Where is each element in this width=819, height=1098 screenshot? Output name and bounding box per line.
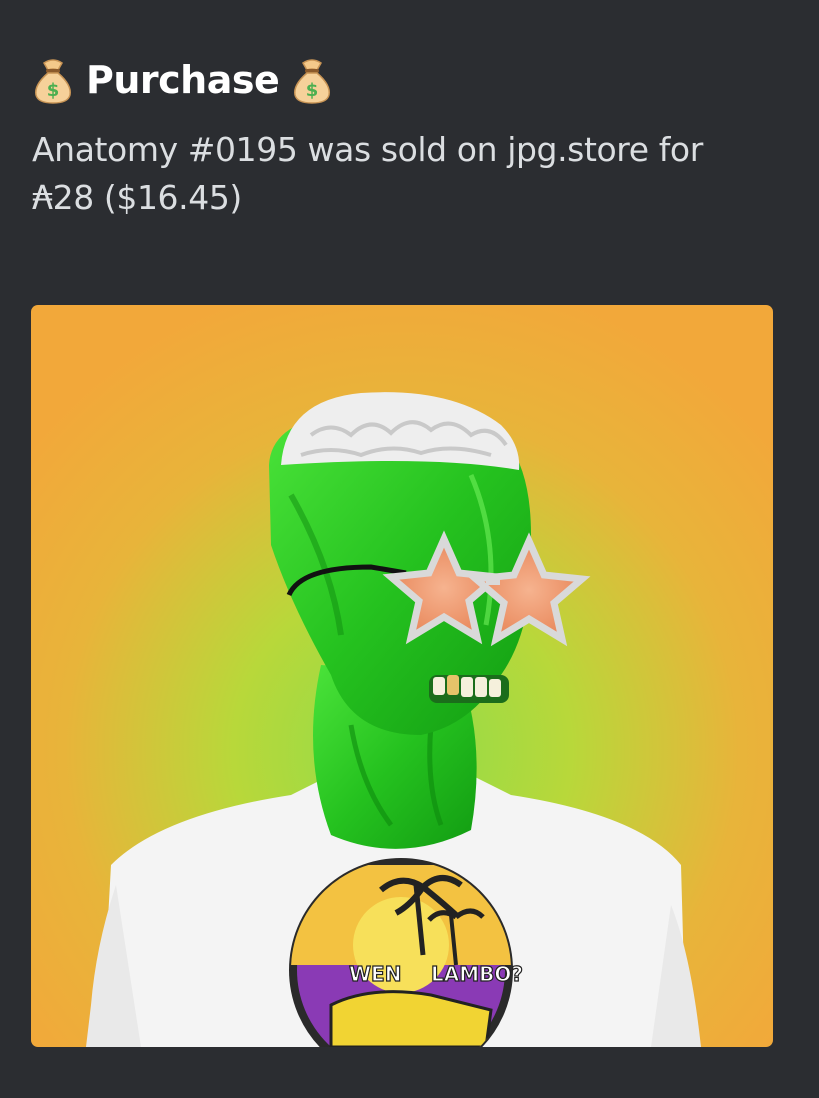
- embed-title: Purchase: [86, 58, 280, 102]
- embed-description: Anatomy #0195 was sold on jpg.store for …: [32, 126, 752, 222]
- nft-artwork: WEN LAMBO?: [31, 305, 773, 1047]
- embed-image[interactable]: WEN LAMBO?: [31, 305, 773, 1047]
- svg-text:$: $: [47, 80, 60, 101]
- shirt-text-wen: WEN: [349, 962, 401, 986]
- svg-text:$: $: [306, 80, 319, 101]
- teeth: [429, 675, 509, 703]
- description-line-1: Anatomy #0195 was sold on jpg.store for: [32, 130, 703, 169]
- purchase-embed: $ Purchase $ Anatomy #0195 was sold on j…: [0, 0, 819, 1098]
- money-bag-icon: $: [294, 59, 331, 104]
- embed-title-row: $ Purchase $: [30, 52, 335, 108]
- description-line-2: ₳28 ($16.45): [32, 178, 242, 217]
- money-bag-icon: $: [35, 59, 71, 104]
- shirt-text-lambo: LAMBO?: [431, 962, 523, 986]
